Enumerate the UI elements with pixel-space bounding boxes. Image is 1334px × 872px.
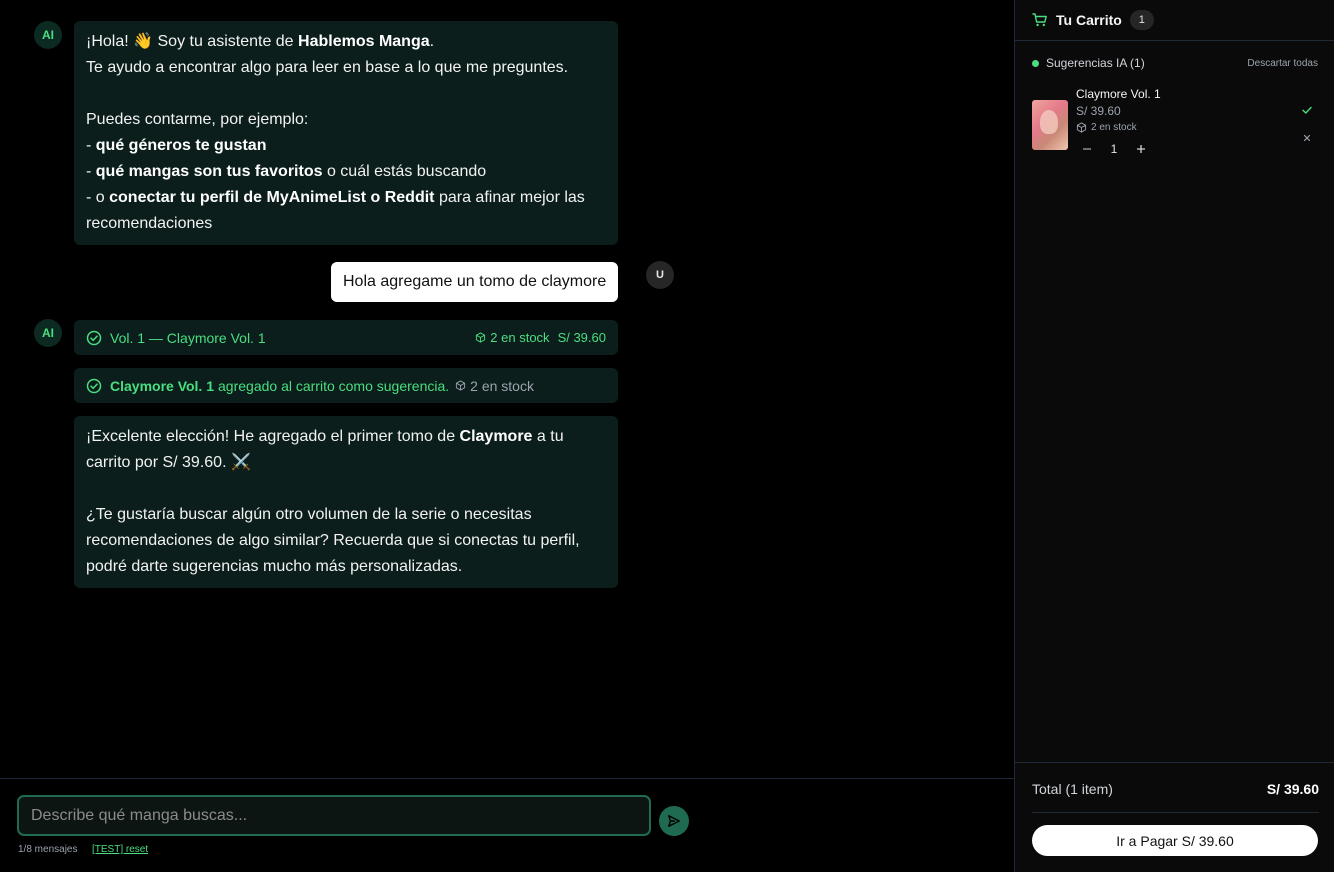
- user-avatar: U: [646, 261, 674, 289]
- product-thumbnail: [1032, 100, 1068, 150]
- product-name: Claymore Vol. 1: [110, 377, 215, 394]
- cart-header: Tu Carrito 1: [1015, 0, 1334, 41]
- quantity-value: 1: [1110, 142, 1118, 156]
- stock-label: 2 en stock: [490, 330, 550, 345]
- assistant-message: ¡Excelente elección! He agregado el prim…: [74, 416, 618, 588]
- chat-panel: AI ¡Hola! 👋 Soy tu asistente de Hablemos…: [0, 0, 1014, 779]
- reset-link[interactable]: [TEST] reset: [92, 844, 148, 855]
- discard-all-button[interactable]: Descartar todas: [1247, 58, 1318, 69]
- package-icon: [476, 332, 486, 343]
- user-message: Hola agregame un tomo de claymore: [331, 262, 619, 302]
- stock-label: 2 en stock: [470, 377, 534, 394]
- tool-result-label: Vol. 1 — Claymore Vol. 1: [110, 329, 266, 346]
- divider: [1032, 812, 1319, 813]
- status-dot: [1032, 59, 1039, 67]
- cart-panel: Tu Carrito 1 Sugerencias IA (1) Descarta…: [1014, 0, 1334, 872]
- input-bar: 1/8 mensajes [TEST] reset: [0, 778, 1014, 872]
- tool-result-product-found: Vol. 1 — Claymore Vol. 1 2 en stock S/ 3…: [74, 320, 618, 355]
- ai-avatar: AI: [34, 319, 62, 347]
- minus-icon: [1083, 148, 1091, 150]
- added-text: agregado al carrito como sugerencia.: [218, 377, 450, 394]
- check-circle-icon: [86, 330, 102, 345]
- item-price: S/ 39.60: [1076, 104, 1121, 118]
- send-button[interactable]: [659, 806, 689, 836]
- total-row: Total (1 item) S/ 39.60: [1032, 781, 1319, 797]
- check-circle-icon: [86, 378, 102, 393]
- close-icon: [1303, 134, 1311, 142]
- suggestions-label: Sugerencias IA (1): [1046, 56, 1145, 70]
- suggestions-header: Sugerencias IA (1) Descartar todas: [1032, 56, 1318, 70]
- tool-result-added-to-cart: Claymore Vol. 1 agregado al carrito como…: [74, 368, 618, 403]
- item-title: Claymore Vol. 1: [1076, 87, 1161, 101]
- shopping-cart-icon: [1032, 13, 1047, 27]
- cart-title: Tu Carrito: [1056, 12, 1122, 28]
- cart-footer: Total (1 item) S/ 39.60 Ir a Pagar S/ 39…: [1015, 762, 1334, 872]
- ai-avatar: AI: [34, 21, 62, 49]
- check-icon: [1302, 106, 1312, 114]
- plus-icon: [1137, 145, 1145, 153]
- reject-suggestion-button[interactable]: [1300, 131, 1314, 145]
- price-label: S/ 39.60: [557, 330, 606, 345]
- send-icon: [668, 815, 680, 827]
- checkout-button[interactable]: Ir a Pagar S/ 39.60: [1032, 825, 1318, 856]
- item-stock: 2 en stock: [1076, 122, 1137, 133]
- package-icon: [456, 380, 466, 391]
- chat-input[interactable]: [17, 795, 651, 836]
- decrease-quantity-button[interactable]: [1080, 142, 1094, 156]
- cart-count-badge: 1: [1129, 10, 1154, 30]
- total-label: Total (1 item): [1032, 781, 1113, 797]
- assistant-message: ¡Hola! 👋 Soy tu asistente de Hablemos Ma…: [74, 21, 618, 245]
- message-counter: 1/8 mensajes: [18, 844, 78, 855]
- cart-item: Claymore Vol. 1 S/ 39.60 2 en stock 1: [1032, 87, 1318, 159]
- package-icon: [1076, 122, 1087, 133]
- quantity-stepper: 1: [1080, 142, 1148, 156]
- increase-quantity-button[interactable]: [1134, 142, 1148, 156]
- accept-suggestion-button[interactable]: [1300, 103, 1314, 117]
- total-value: S/ 39.60: [1266, 781, 1319, 797]
